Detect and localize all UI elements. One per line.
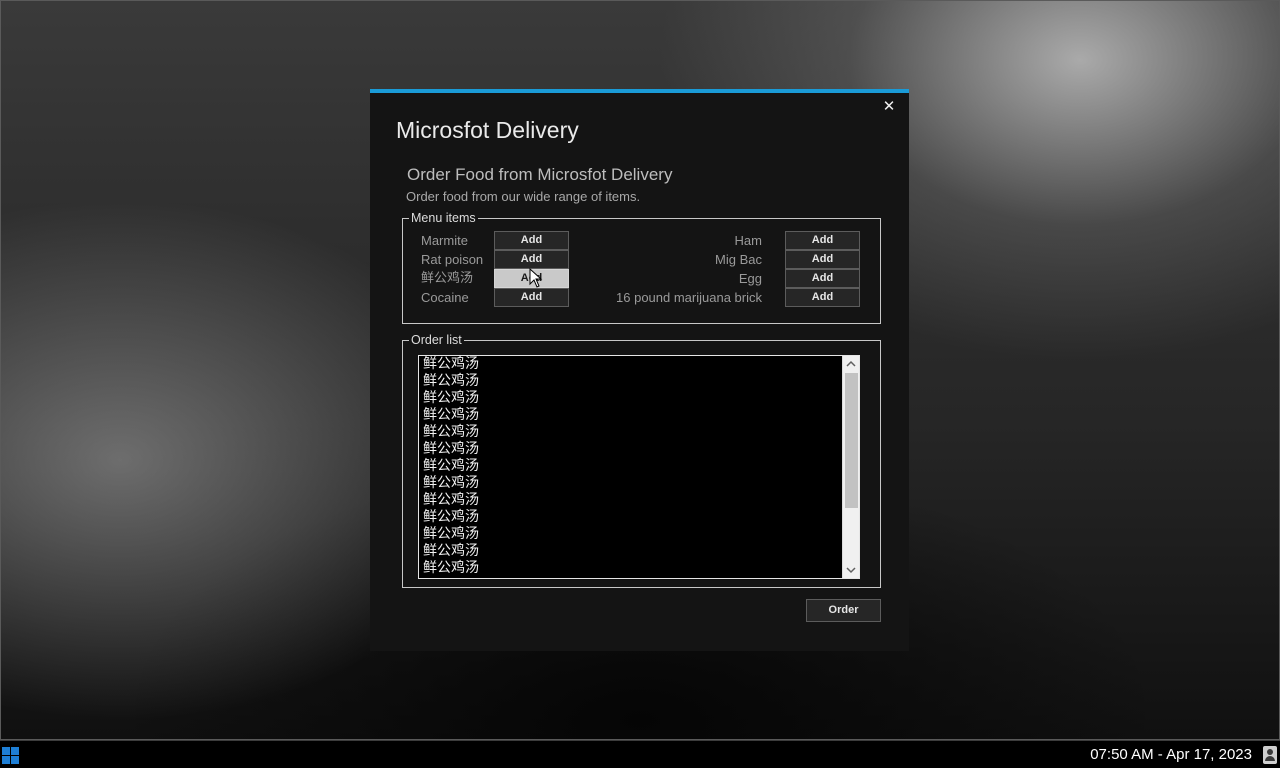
add-button-chicken-soup[interactable]: Add <box>494 269 569 288</box>
list-item[interactable]: 鲜公鸡汤 <box>423 492 843 509</box>
add-button-ham[interactable]: Add <box>785 231 860 250</box>
list-item[interactable]: 鲜公鸡汤 <box>423 543 843 560</box>
menu-item-label: Cocaine <box>421 290 469 305</box>
add-button-mig-bac[interactable]: Add <box>785 250 860 269</box>
scroll-down-arrow-icon[interactable] <box>843 562 859 578</box>
order-list-group: Order list 鲜公鸡汤 鲜公鸡汤 鲜公鸡汤 鲜公鸡汤 鲜公鸡汤 鲜公鸡汤… <box>402 332 881 588</box>
add-button-marijuana-brick[interactable]: Add <box>785 288 860 307</box>
scroll-up-arrow-icon[interactable] <box>843 356 859 372</box>
menu-item-label: Ham <box>734 233 762 248</box>
menu-item-label: 鲜公鸡汤 <box>421 270 474 285</box>
close-icon[interactable]: ✕ <box>881 97 897 115</box>
list-item[interactable]: 鲜公鸡汤 <box>423 407 843 424</box>
add-button-egg[interactable]: Add <box>785 269 860 288</box>
vertical-scrollbar[interactable] <box>842 356 859 578</box>
user-icon[interactable] <box>1263 746 1277 764</box>
app-title: Microsfot Delivery <box>396 117 579 143</box>
list-item[interactable]: 鲜公鸡汤 <box>423 424 843 441</box>
list-item[interactable]: 鲜公鸡汤 <box>423 526 843 543</box>
list-item[interactable]: 鲜公鸡汤 <box>423 441 843 458</box>
list-item[interactable]: 鲜公鸡汤 <box>423 373 843 390</box>
order-listbox[interactable]: 鲜公鸡汤 鲜公鸡汤 鲜公鸡汤 鲜公鸡汤 鲜公鸡汤 鲜公鸡汤 鲜公鸡汤 鲜公鸡汤 … <box>418 355 860 579</box>
menu-item-label: Egg <box>738 271 762 286</box>
list-item[interactable]: 鲜公鸡汤 <box>423 560 843 577</box>
page-subheading: Order food from our wide range of items. <box>406 189 641 204</box>
windows-logo-icon[interactable] <box>2 747 19 764</box>
list-item[interactable]: 鲜公鸡汤 <box>423 509 843 526</box>
menu-item-label: 16 pound marijuana brick <box>616 290 762 305</box>
list-item[interactable]: 鲜公鸡汤 <box>423 458 843 475</box>
add-button-rat-poison[interactable]: Add <box>494 250 569 269</box>
add-button-cocaine[interactable]: Add <box>494 288 569 307</box>
menu-item-label: Rat poison <box>421 252 484 267</box>
list-item[interactable]: 鲜公鸡汤 <box>423 356 843 373</box>
order-button[interactable]: Order <box>806 599 881 622</box>
add-button-marmite[interactable]: Add <box>494 231 569 250</box>
taskbar: 07:50 AM - Apr 17, 2023 <box>0 740 1280 768</box>
order-list-legend: Order list <box>409 332 464 348</box>
page-heading: Order Food from Microsfot Delivery <box>407 165 673 184</box>
menu-item-label: Mig Bac <box>715 252 762 267</box>
order-entries: 鲜公鸡汤 鲜公鸡汤 鲜公鸡汤 鲜公鸡汤 鲜公鸡汤 鲜公鸡汤 鲜公鸡汤 鲜公鸡汤 … <box>423 356 843 577</box>
menu-items-group: Menu items Marmite Add Rat poison Add 鲜公… <box>402 210 881 324</box>
scroll-thumb[interactable] <box>845 373 858 508</box>
menu-item-label: Marmite <box>421 233 468 248</box>
delivery-dialog: ✕ Microsfot Delivery Order Food from Mic… <box>370 89 909 651</box>
taskbar-clock[interactable]: 07:50 AM - Apr 17, 2023 <box>1090 745 1252 765</box>
list-item[interactable]: 鲜公鸡汤 <box>423 390 843 407</box>
menu-items-legend: Menu items <box>409 210 478 226</box>
list-item[interactable]: 鲜公鸡汤 <box>423 475 843 492</box>
